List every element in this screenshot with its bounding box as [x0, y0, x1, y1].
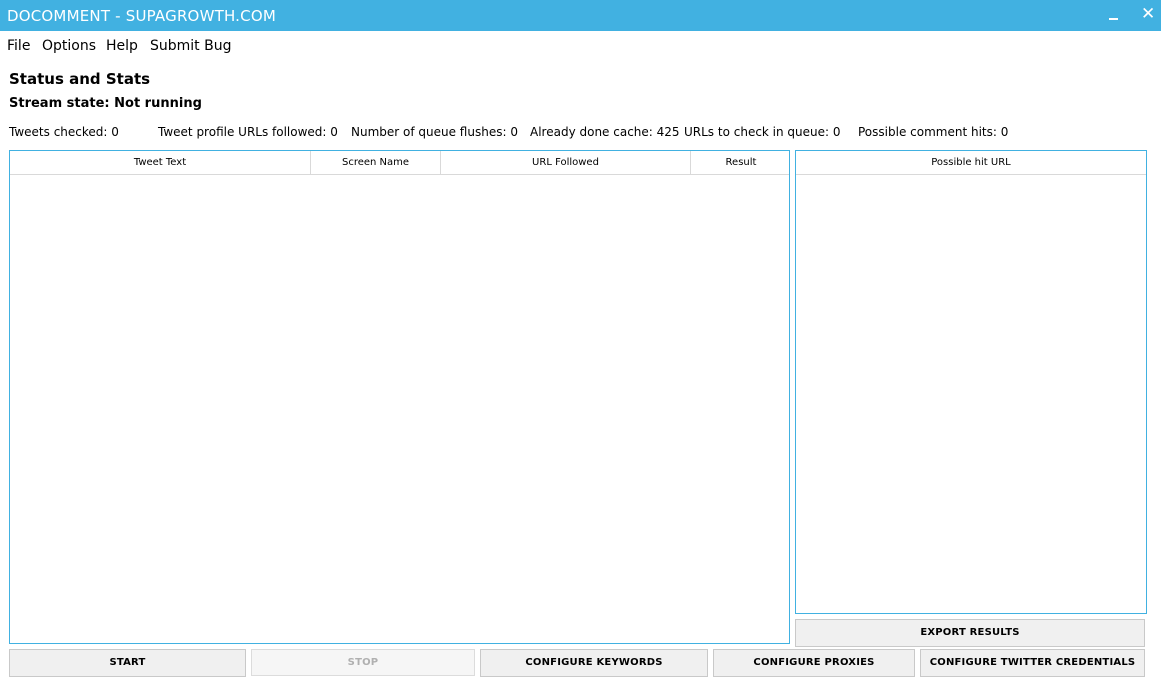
close-icon[interactable]: ✕: [1141, 6, 1155, 23]
window-title: DOCOMMENT - SUPAGROWTH.COM: [7, 7, 276, 25]
stat-tweets-checked: Tweets checked: 0: [9, 125, 119, 139]
menu-help[interactable]: Help: [106, 38, 138, 54]
minimize-icon[interactable]: [1109, 18, 1118, 20]
menu-file[interactable]: File: [7, 38, 30, 54]
tweets-grid[interactable]: Tweet Text Screen Name URL Followed Resu…: [9, 150, 790, 644]
stream-state: Stream state: Not running: [9, 96, 202, 111]
stop-button[interactable]: STOP: [251, 649, 475, 676]
menu-submit-bug[interactable]: Submit Bug: [150, 38, 231, 54]
title-bar: DOCOMMENT - SUPAGROWTH.COM ✕: [0, 0, 1161, 31]
configure-keywords-button[interactable]: CONFIGURE KEYWORDS: [480, 649, 708, 677]
column-tweet-text[interactable]: Tweet Text: [10, 151, 311, 174]
stat-comment-hits: Possible comment hits: 0: [858, 125, 1009, 139]
stat-urls-in-queue: URLs to check in queue: 0: [684, 125, 841, 139]
tweets-grid-header: Tweet Text Screen Name URL Followed Resu…: [10, 151, 789, 175]
stat-profile-urls: Tweet profile URLs followed: 0: [158, 125, 338, 139]
status-heading: Status and Stats: [9, 70, 151, 88]
hits-grid-header: Possible hit URL: [796, 151, 1146, 175]
column-result[interactable]: Result: [691, 151, 791, 174]
stat-queue-flushes: Number of queue flushes: 0: [351, 125, 518, 139]
configure-proxies-button[interactable]: CONFIGURE PROXIES: [713, 649, 915, 677]
column-url-followed[interactable]: URL Followed: [441, 151, 691, 174]
menu-options[interactable]: Options: [42, 38, 96, 54]
export-results-button[interactable]: EXPORT RESULTS: [795, 619, 1145, 647]
stat-done-cache: Already done cache: 425: [530, 125, 680, 139]
hits-grid[interactable]: Possible hit URL: [795, 150, 1147, 614]
column-possible-hit-url[interactable]: Possible hit URL: [796, 151, 1146, 174]
column-screen-name[interactable]: Screen Name: [311, 151, 441, 174]
configure-twitter-credentials-button[interactable]: CONFIGURE TWITTER CREDENTIALS: [920, 649, 1145, 677]
start-button[interactable]: START: [9, 649, 246, 677]
